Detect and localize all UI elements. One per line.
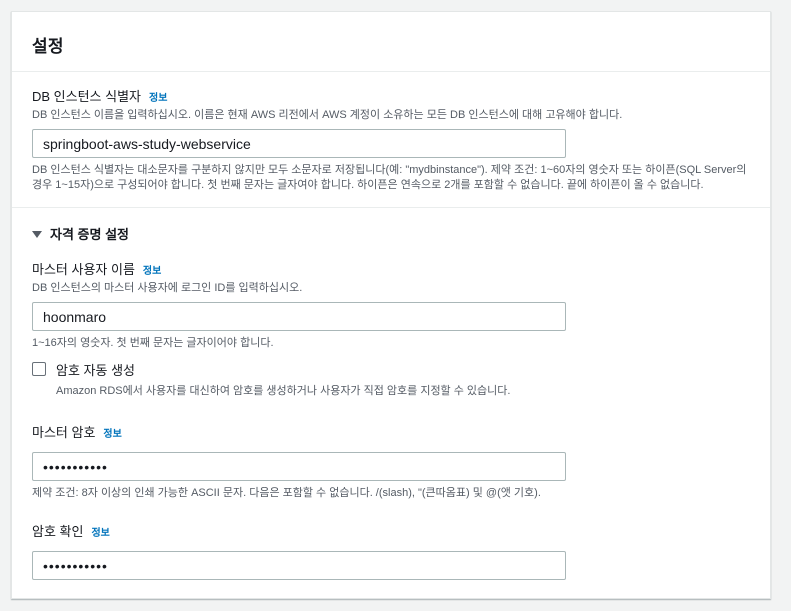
confirm-password-input[interactable]	[32, 551, 566, 580]
db-identifier-description: DB 인스턴스 이름을 입력하십시오. 이름은 현재 AWS 리전에서 AWS …	[32, 109, 623, 121]
master-password-constraint: 제약 조건: 8자 이상의 인쇄 가능한 ASCII 문자. 다음은 포함할 수…	[32, 487, 541, 499]
master-password-label: 마스터 암호	[32, 425, 96, 440]
confirm-password-label-row: 암호 확인 정보	[32, 521, 750, 540]
master-username-label-row: 마스터 사용자 이름 정보	[32, 259, 750, 278]
master-username-constraint: 1~16자의 영숫자. 첫 번째 문자는 글자이어야 합니다.	[32, 337, 274, 349]
settings-panel: 설정 DB 인스턴스 식별자 정보 DB 인스턴스 이름을 입력하십시오. 이름…	[11, 11, 771, 599]
master-username-info-link[interactable]: 정보	[143, 262, 161, 277]
credentials-expander[interactable]: 자격 증명 설정	[32, 224, 750, 243]
master-password-field: 마스터 암호 정보 제약 조건: 8자 이상의 인쇄 가능한 ASCII 문자.…	[32, 422, 750, 501]
confirm-password-info-link[interactable]: 정보	[91, 524, 109, 539]
db-identifier-label: DB 인스턴스 식별자	[32, 89, 142, 104]
panel-title: 설정	[32, 37, 64, 56]
credentials-section: 자격 증명 설정 마스터 사용자 이름 정보 DB 인스턴스의 마스터 사용자에…	[12, 208, 770, 580]
auto-password-text: 암호 자동 생성 Amazon RDS에서 사용자를 대신하여 암호를 생성하거…	[56, 360, 510, 398]
master-password-label-row: 마스터 암호 정보	[32, 422, 750, 441]
caret-down-icon	[32, 230, 42, 238]
auto-password-label[interactable]: 암호 자동 생성	[56, 360, 510, 379]
db-identifier-constraint: DB 인스턴스 식별자는 대소문자를 구분하지 않지만 모두 소문자로 저장됩니…	[32, 164, 747, 191]
db-identifier-section: DB 인스턴스 식별자 정보 DB 인스턴스 이름을 입력하십시오. 이름은 현…	[12, 72, 770, 208]
master-password-input[interactable]	[32, 452, 566, 481]
db-identifier-label-row: DB 인스턴스 식별자 정보	[32, 86, 750, 105]
master-password-info-link[interactable]: 정보	[103, 425, 121, 440]
auto-password-description: Amazon RDS에서 사용자를 대신하여 암호를 생성하거나 사용자가 직접…	[56, 385, 511, 397]
master-username-description: DB 인스턴스의 마스터 사용자에 로그인 ID를 입력하십시오.	[32, 282, 303, 294]
auto-password-checkbox[interactable]	[32, 362, 46, 376]
auto-password-option: 암호 자동 생성 Amazon RDS에서 사용자를 대신하여 암호를 생성하거…	[32, 360, 750, 398]
db-identifier-info-link[interactable]: 정보	[149, 89, 167, 104]
confirm-password-label: 암호 확인	[32, 524, 84, 539]
master-username-field: 마스터 사용자 이름 정보 DB 인스턴스의 마스터 사용자에 로그인 ID를 …	[32, 259, 750, 351]
master-username-input[interactable]	[32, 302, 566, 331]
db-identifier-input[interactable]	[32, 129, 566, 158]
credentials-section-label: 자격 증명 설정	[50, 227, 129, 242]
confirm-password-field: 암호 확인 정보	[32, 521, 750, 580]
panel-header: 설정	[12, 12, 770, 72]
master-username-label: 마스터 사용자 이름	[32, 262, 135, 277]
